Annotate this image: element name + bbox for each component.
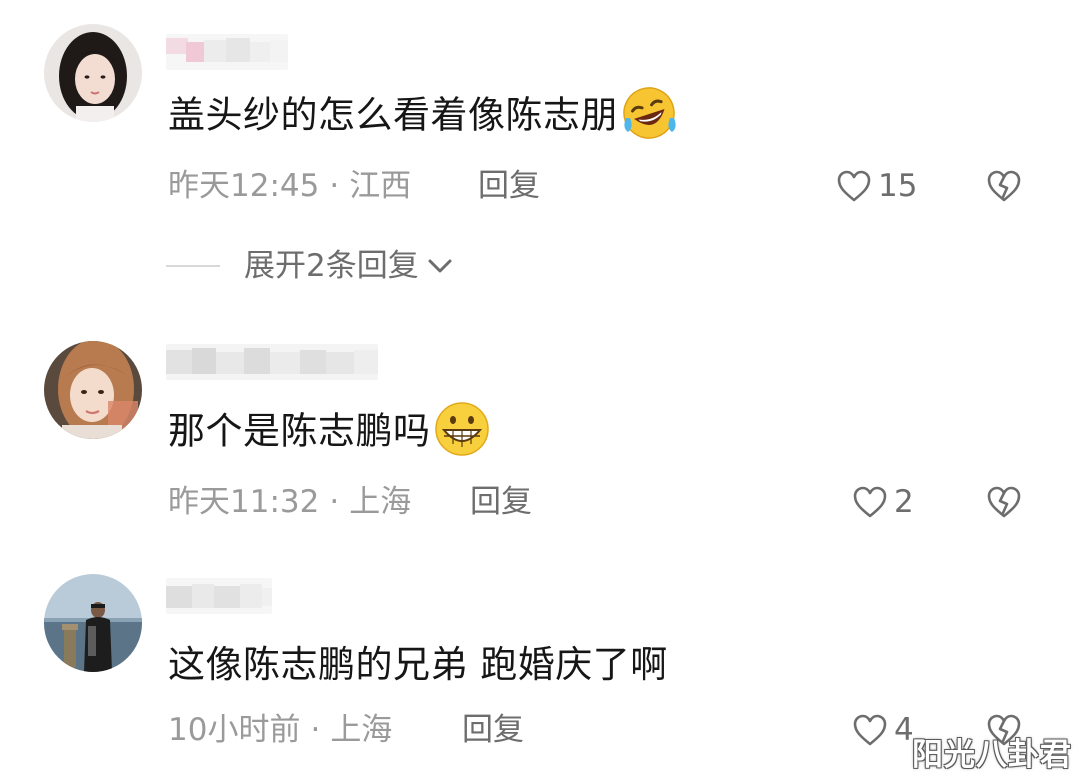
expand-replies-button[interactable]: 展开2条回复 (166, 246, 455, 286)
comment-time: 昨天12:45 (168, 168, 320, 204)
dislike-button[interactable] (986, 166, 1024, 206)
heart-outline-icon (836, 169, 872, 203)
comment-location: 江西 (349, 168, 412, 204)
reply-button[interactable]: 回复 (462, 710, 524, 750)
comment-text-content: 这像陈志鹏的兄弟 跑婚庆了啊 (168, 643, 668, 686)
like-button[interactable]: 4 (852, 710, 914, 750)
heart-outline-icon (852, 713, 888, 747)
comment-location: 上海 (330, 712, 393, 748)
avatar[interactable] (44, 24, 142, 122)
avatar[interactable] (44, 341, 142, 439)
comment-meta: 昨天11:32 · 上海 (168, 482, 411, 522)
comment-meta: 昨天12:45 · 江西 (168, 166, 411, 206)
reply-button[interactable]: 回复 (478, 166, 540, 206)
like-count: 4 (894, 712, 914, 748)
comment-time: 昨天11:32 (168, 484, 320, 520)
like-count: 15 (878, 168, 918, 204)
username-blurred[interactable] (166, 578, 272, 614)
expand-replies-label: 展开2条回复 (244, 248, 419, 284)
laughing-tears-emoji (620, 84, 678, 142)
comment-time: 10小时前 (168, 712, 301, 748)
meta-separator: · (329, 168, 340, 204)
heart-outline-icon (852, 485, 888, 519)
chevron-down-icon (419, 256, 455, 276)
comment-text-content: 盖头纱的怎么看着像陈志朋 (168, 93, 618, 137)
like-button[interactable]: 2 (852, 482, 914, 522)
comment-meta: 10小时前 · 上海 (168, 710, 392, 750)
grinning-emoji (433, 400, 491, 458)
comment-text: 这像陈志鹏的兄弟 跑婚庆了啊 (168, 642, 668, 688)
username-blurred[interactable] (166, 34, 288, 70)
comment-location: 上海 (349, 484, 412, 520)
meta-separator: · (310, 712, 321, 748)
broken-heart-icon (986, 169, 1022, 203)
broken-heart-icon (986, 485, 1022, 519)
dislike-button[interactable] (986, 482, 1024, 522)
reply-button[interactable]: 回复 (470, 482, 532, 522)
meta-separator: · (329, 484, 340, 520)
watermark: 阳光八卦君 (912, 737, 1072, 773)
comment-text-content: 那个是陈志鹏吗 (168, 409, 431, 453)
like-button[interactable]: 15 (836, 166, 917, 206)
divider-line (166, 265, 220, 267)
comment-text: 盖头纱的怎么看着像陈志朋 (168, 87, 678, 142)
comment-text: 那个是陈志鹏吗 (168, 402, 491, 458)
avatar[interactable] (44, 574, 142, 672)
username-blurred[interactable] (166, 344, 378, 380)
like-count: 2 (894, 484, 914, 520)
